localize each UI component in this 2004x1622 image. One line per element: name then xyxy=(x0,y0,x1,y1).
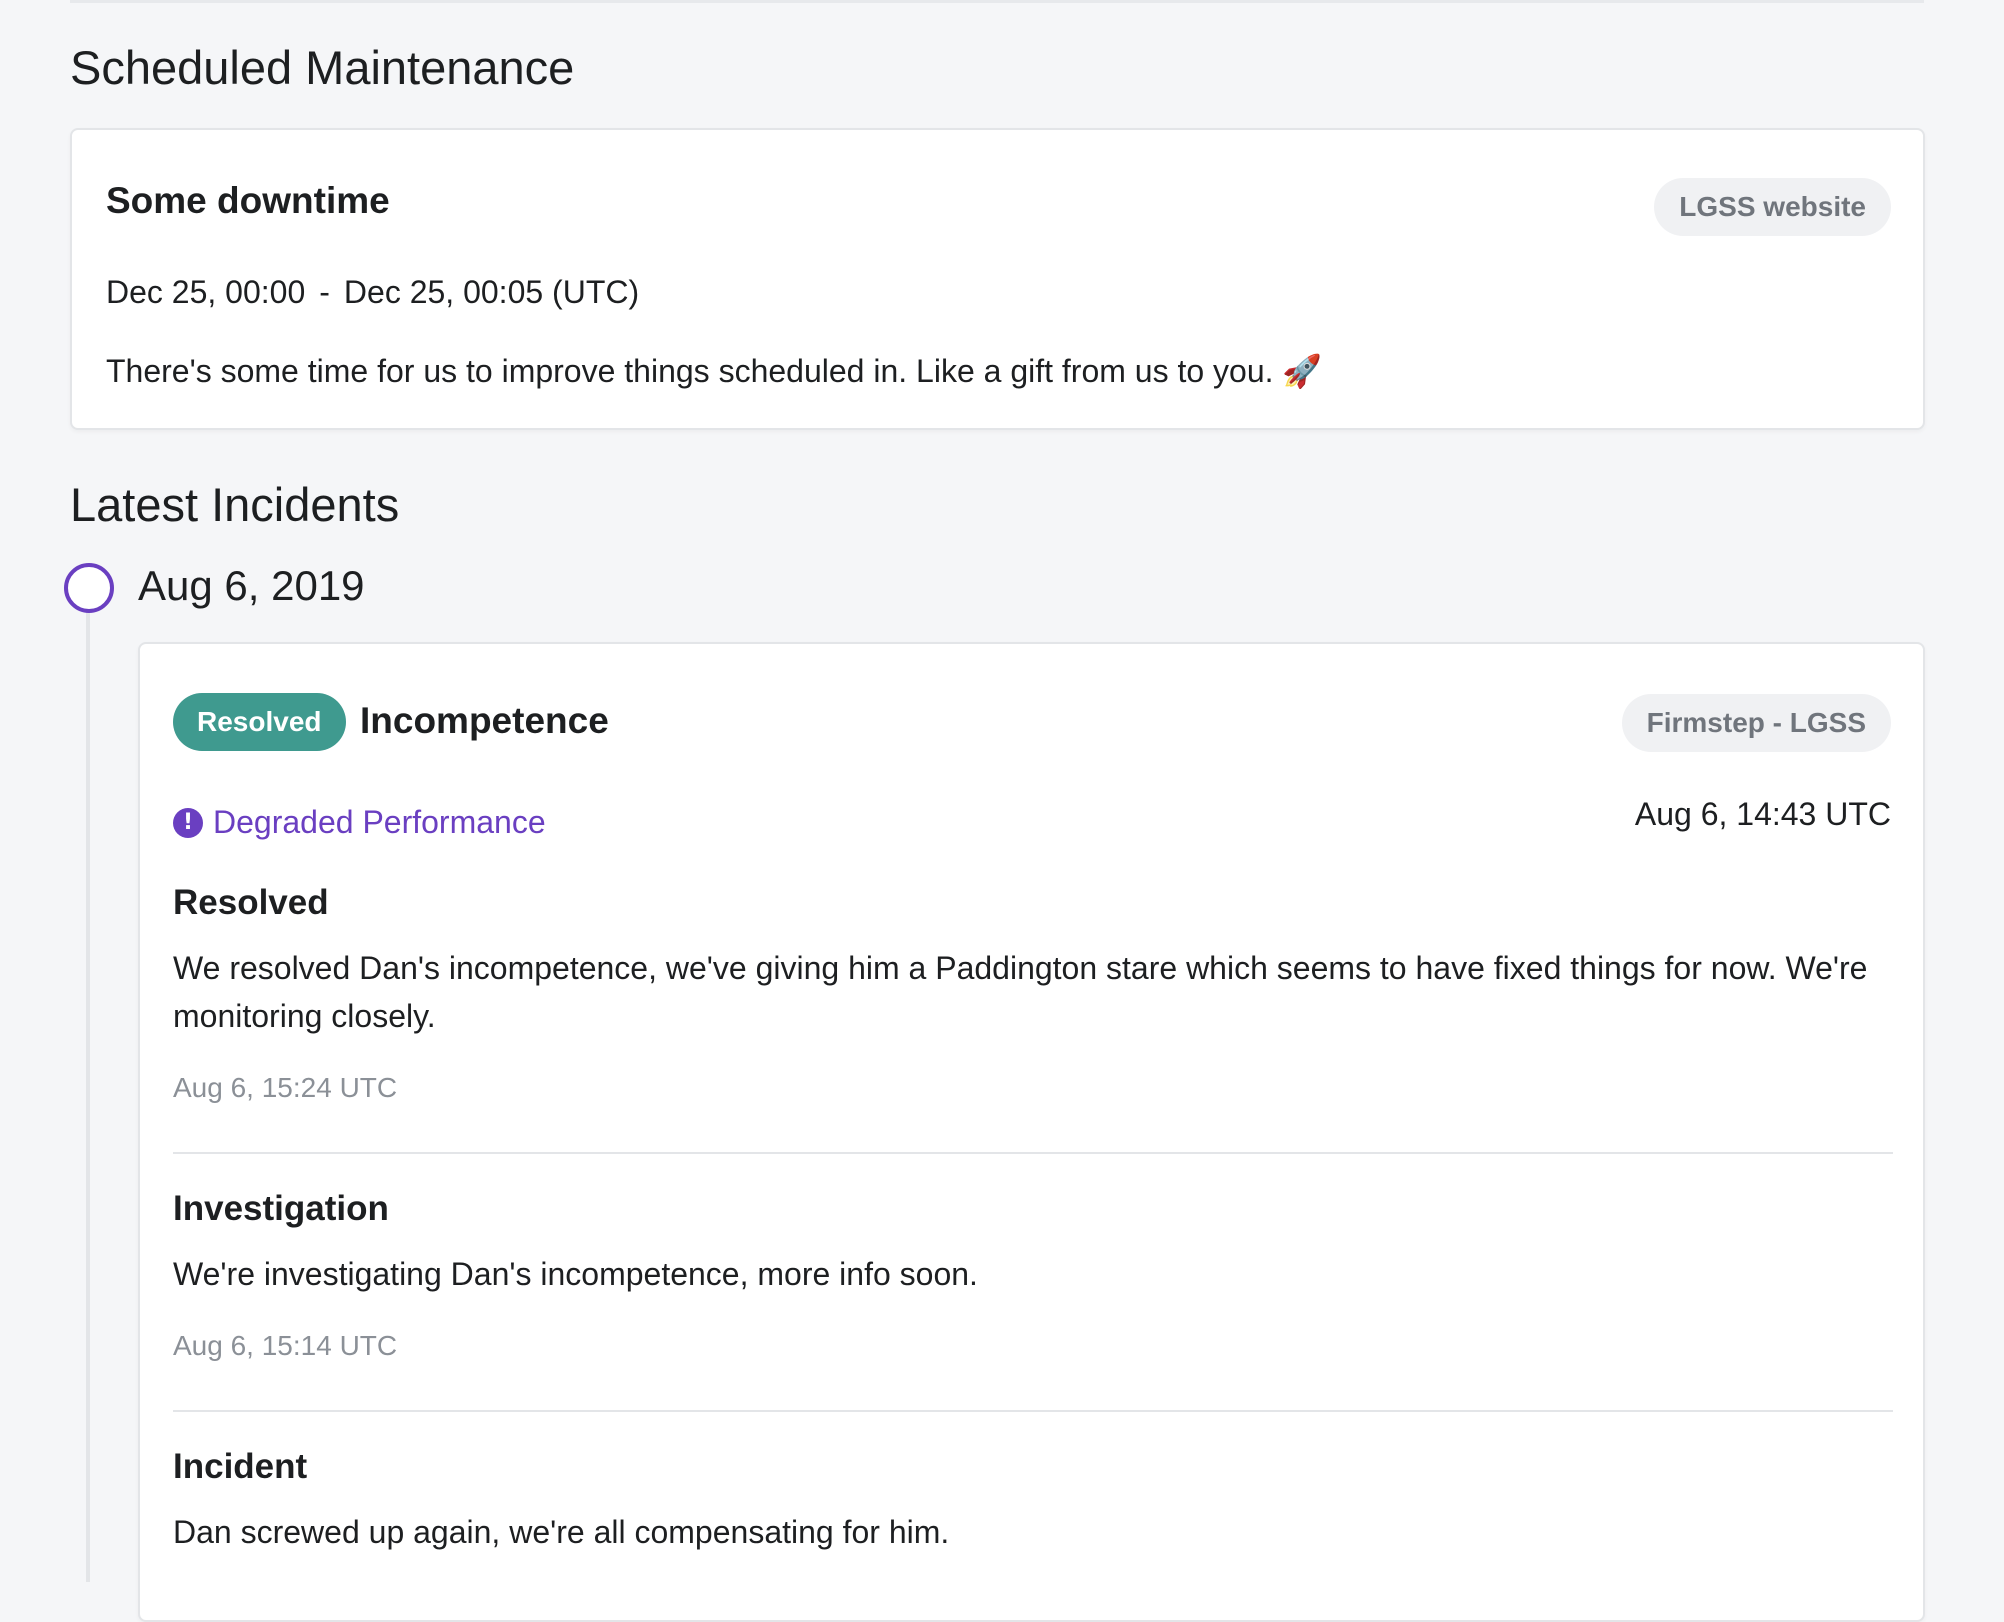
update-body: We resolved Dan's incompetence, we've gi… xyxy=(173,950,1868,1034)
exclamation-circle-icon: ! xyxy=(173,807,203,838)
incident-update: Resolved We resolved Dan's incompetence,… xyxy=(173,882,1893,1104)
update-title: Resolved xyxy=(173,883,329,922)
update-divider xyxy=(173,1410,1893,1412)
maintenance-end: Dec 25, 00:05 xyxy=(343,274,544,310)
scheduled-maintenance-heading: Scheduled Maintenance xyxy=(70,41,575,94)
maintenance-description: There's some time for us to improve thin… xyxy=(106,353,1323,389)
incident-impact: ! Degraded Performance xyxy=(173,804,546,841)
update-title: Incident xyxy=(173,1447,308,1486)
incident-title[interactable]: Incompetence xyxy=(360,700,609,742)
incident-date: Aug 6, 2019 xyxy=(138,562,365,609)
incident-impact-label: Degraded Performance xyxy=(213,804,546,840)
incident-component-tag: Firmstep - LGSS xyxy=(1621,694,1891,752)
timeline-circle-icon xyxy=(64,563,114,613)
incident-update: Incident Dan screwed up again, we're all… xyxy=(173,1446,1893,1556)
maintenance-timezone: (UTC) xyxy=(552,274,640,310)
update-body: We're investigating Dan's incompetence, … xyxy=(173,1256,978,1292)
incident-start-time: Aug 6, 14:43 UTC xyxy=(1634,796,1891,832)
maintenance-start: Dec 25, 00:00 xyxy=(106,274,306,310)
update-timestamp: Aug 6, 15:24 UTC xyxy=(173,1072,398,1103)
maintenance-card: Some downtime LGSS website Dec 25, 00:00… xyxy=(70,128,1925,430)
maintenance-component-tag: LGSS website xyxy=(1654,178,1891,236)
incident-card: Resolved Incompetence Firmstep - LGSS ! … xyxy=(138,642,1925,1622)
update-divider xyxy=(173,1152,1893,1154)
incident-update: Investigation We're investigating Dan's … xyxy=(173,1188,1893,1362)
latest-incidents-heading: Latest Incidents xyxy=(70,478,400,531)
maintenance-time-separator: - xyxy=(319,274,330,310)
update-timestamp: Aug 6, 15:14 UTC xyxy=(173,1330,398,1361)
update-body: Dan screwed up again, we're all compensa… xyxy=(173,1514,950,1550)
top-divider xyxy=(70,0,1924,3)
maintenance-time-window: Dec 25, 00:00- Dec 25, 00:05 (UTC) xyxy=(106,274,639,311)
status-badge: Resolved xyxy=(173,693,346,751)
timeline-line xyxy=(86,610,90,1582)
maintenance-title: Some downtime xyxy=(106,180,390,221)
update-title: Investigation xyxy=(173,1189,389,1228)
